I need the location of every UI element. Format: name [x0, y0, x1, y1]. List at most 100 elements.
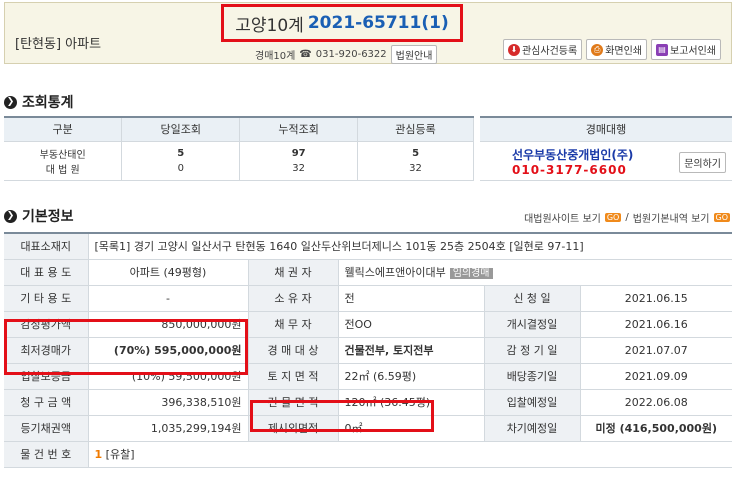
court-info-button[interactable]: 법원안내 — [390, 45, 438, 64]
stats-row-label: 부동산태인 — [4, 141, 123, 161]
table-row: 대표소재지 [목록1] 경기 고양시 일산서구 탄현동 1640 일산두산위브더… — [4, 232, 732, 260]
dividend-value: 2021.09.09 — [580, 363, 732, 390]
registry-label: 등기채권액 — [4, 415, 89, 442]
table-row: 대 법 원 0 32 32 — [4, 160, 474, 181]
target-label: 경 매 대 상 — [248, 337, 339, 364]
print-screen-button[interactable]: ⎙ 화면인쇄 — [586, 39, 647, 60]
use-label: 대 표 용 도 — [4, 259, 89, 286]
deposit-label: 입찰보증금 — [4, 363, 89, 390]
print-screen-label: 화면인쇄 — [605, 46, 642, 57]
stats-col-header: 관심등록 — [357, 116, 474, 142]
building-area-label: 건 물 면 적 — [248, 389, 339, 416]
claim-label: 청 구 금 액 — [4, 389, 89, 416]
start-value: 2021.06.16 — [580, 311, 732, 338]
table-row: 입찰보증금 (10%) 59,500,000원 토 지 면 적 22㎡ (6.5… — [4, 363, 732, 390]
inquiry-button[interactable]: 문의하기 — [679, 152, 726, 173]
case-number: 2021-65711(1) — [307, 13, 449, 33]
stats-header-row: 구분 당일조회 누적조회 관심등록 — [4, 116, 474, 142]
stats-table: 구분 당일조회 누적조회 관심등록 부동산태인 5 97 5 대 법 원 0 3… — [4, 116, 474, 181]
table-row: 대 표 용 도 아파트 (49평형) 채 권 자 웰릭스에프앤아이대부 임의경매 — [4, 259, 732, 286]
agent-panel: 경매대행 선우부동산중개법인(주) 010-3177-6600 문의하기 — [480, 116, 732, 181]
arrow-circle-icon: ❯ — [4, 209, 17, 223]
table-row: 기 타 용 도 - 소 유 자 전 신 청 일 2021.06.15 — [4, 285, 732, 312]
claim-value: 396,338,510원 — [88, 389, 249, 416]
target-value: 건물전부, 토지전부 — [338, 337, 485, 364]
court-site-link[interactable]: 대법원사이트 보기 — [524, 210, 601, 225]
arrow-circle-icon: ❯ — [4, 95, 17, 109]
building-area-value: 120㎡ (36.45평) — [338, 389, 485, 416]
item-no-value[interactable]: 1 — [95, 448, 103, 461]
print-report-button[interactable]: ▤ 보고서인쇄 — [651, 39, 721, 60]
stats-watch: 5 — [357, 141, 474, 161]
go-badge[interactable]: GO — [604, 213, 622, 222]
other-use-label: 기 타 용 도 — [4, 285, 89, 312]
court-phone: 031-920-6322 — [315, 49, 387, 60]
watch-case-button[interactable]: ⬇ 관심사건등록 — [502, 39, 583, 60]
auction-type-badge: 임의경매 — [449, 268, 493, 279]
bid-date-label: 입찰예정일 — [484, 389, 581, 416]
stats-today: 0 — [121, 160, 241, 181]
owner-label: 소 유 자 — [248, 285, 339, 312]
other-use-value: - — [88, 285, 249, 312]
stats-total: 32 — [239, 160, 359, 181]
appraisal-label: 감정평가액 — [4, 311, 89, 338]
address-value: [목록1] 경기 고양시 일산서구 탄현동 1640 일산두산위브더제니스 10… — [88, 232, 732, 260]
appraisal-value: 850,000,000원 — [88, 311, 249, 338]
print-icon: ⎙ — [591, 43, 604, 56]
deposit-value: (10%) 59,500,000원 — [88, 363, 249, 390]
basic-info-table: 대표소재지 [목록1] 경기 고양시 일산서구 탄현동 1640 일산두산위브더… — [4, 232, 732, 468]
table-row: 부동산태인 5 97 5 — [4, 141, 474, 161]
creditor-label: 채 권 자 — [248, 259, 339, 286]
agent-name[interactable]: 선우부동산중개법인(주) — [512, 146, 633, 163]
min-price-label: 최저경매가 — [4, 337, 89, 364]
court-detail-link[interactable]: 법원기본내역 보기 — [633, 210, 710, 225]
download-icon: ⬇ — [507, 43, 520, 56]
excluded-area-value: 0㎡ — [338, 415, 485, 442]
stats-col-header: 구분 — [4, 116, 123, 142]
address-label: 대표소재지 — [4, 232, 89, 260]
table-row: 물 건 번 호 1 [유찰] — [4, 441, 732, 468]
header-actions: ⬇ 관심사건등록 ⎙ 화면인쇄 ▤ 보고서인쇄 — [502, 39, 721, 60]
dividend-label: 배당종기일 — [484, 363, 581, 390]
stats-row-label: 대 법 원 — [4, 160, 123, 181]
stats-watch: 32 — [357, 160, 474, 181]
excluded-area-label: 제시외면적 — [248, 415, 339, 442]
stats-title-text: 조회통계 — [22, 95, 74, 111]
use-value: 아파트 (49평형) — [88, 259, 249, 286]
debtor-value: 전OO — [338, 311, 485, 338]
property-location: [탄현동] 아파트 — [15, 37, 102, 52]
agent-header: 경매대행 — [480, 118, 732, 142]
bid-date-value: 2022.06.08 — [580, 389, 732, 416]
next-date-value: 미정 (416,500,000원) — [580, 415, 732, 442]
agent-phone: 010-3177-6600 — [512, 163, 627, 177]
table-row: 감정평가액 850,000,000원 채 무 자 전OO 개시결정일 2021.… — [4, 311, 732, 338]
registry-value: 1,035,299,194원 — [88, 415, 249, 442]
go-badge[interactable]: GO — [713, 213, 730, 222]
owner-value: 전 — [338, 285, 485, 312]
print-report-label: 보고서인쇄 — [670, 46, 716, 57]
stats-section-title: ❯ 조회통계 — [4, 92, 74, 112]
filed-value: 2021.06.15 — [580, 285, 732, 312]
stats-col-header: 누적조회 — [239, 116, 359, 142]
min-price-value: (70%) 595,000,000원 — [88, 337, 249, 364]
watch-case-label: 관심사건등록 — [521, 46, 578, 57]
stats-today: 5 — [121, 141, 241, 161]
item-status: [유찰] — [105, 448, 135, 461]
filed-label: 신 청 일 — [484, 285, 581, 312]
basic-title-text: 기본정보 — [22, 209, 74, 225]
stats-total: 97 — [239, 141, 359, 161]
court-name: 고양10계 — [235, 15, 304, 36]
next-date-label: 차기예정일 — [484, 415, 581, 442]
court-contact-line: 경매10계 ☎ 031-920-6322 법원안내 — [255, 45, 438, 64]
item-no-label: 물 건 번 호 — [4, 441, 89, 468]
report-icon: ▤ — [656, 43, 668, 56]
debtor-label: 채 무 자 — [248, 311, 339, 338]
appraisal-date-label: 감 정 기 일 — [484, 337, 581, 364]
department-label: 경매10계 — [255, 51, 296, 62]
table-row: 최저경매가 (70%) 595,000,000원 경 매 대 상 건물전부, 토… — [4, 337, 732, 364]
stats-col-header: 당일조회 — [121, 116, 241, 142]
creditor-value: 웰릭스에프앤아이대부 — [344, 266, 446, 279]
start-label: 개시결정일 — [484, 311, 581, 338]
creditor-cell: 웰릭스에프앤아이대부 임의경매 — [338, 259, 732, 286]
case-title-box: 고양10계 2021-65711(1) — [221, 4, 463, 42]
